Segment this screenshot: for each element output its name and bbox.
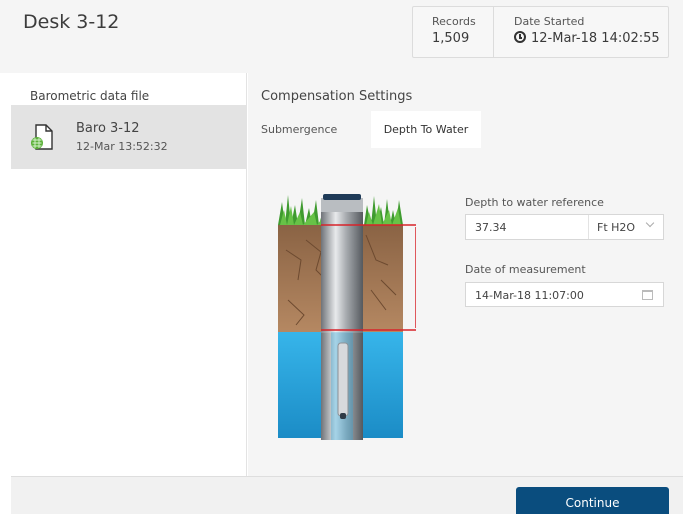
- chevron-down-icon: [645, 218, 655, 228]
- well-cap: [321, 198, 363, 212]
- date-value: 14-Mar-18 11:07:00: [475, 289, 584, 302]
- tab-submergence[interactable]: Submergence: [261, 111, 337, 148]
- compensation-panel: Compensation Settings Submergence Depth …: [248, 73, 683, 476]
- tab-depth-to-water[interactable]: Depth To Water: [371, 111, 481, 148]
- baro-file-date: 12-Mar 13:52:32: [76, 140, 168, 153]
- unit-select[interactable]: Ft H2O: [588, 215, 663, 239]
- records-stat: Records 1,509: [413, 7, 494, 57]
- depth-value: 37.34: [475, 221, 507, 234]
- stats-panel: Records 1,509 Date Started 12-Mar-18 14:…: [412, 6, 669, 58]
- baro-file-name: Baro 3-12: [76, 121, 140, 136]
- page-title: Desk 3-12: [23, 11, 120, 33]
- barometric-heading: Barometric data file: [30, 89, 150, 103]
- unit-value: Ft H2O: [597, 221, 636, 234]
- depth-label: Depth to water reference: [465, 196, 604, 209]
- depth-to-water-input[interactable]: 37.34 Ft H2O: [465, 214, 664, 240]
- date-started-value-row: 12-Mar-18 14:02:55: [514, 31, 668, 46]
- well-diagram: [278, 194, 416, 440]
- date-of-measurement-input[interactable]: 14-Mar-18 11:07:00: [465, 282, 664, 307]
- header: Desk 3-12 Records 1,509 Date Started 12-…: [0, 0, 683, 73]
- calendar-icon[interactable]: [642, 290, 653, 300]
- records-value: 1,509: [432, 31, 470, 46]
- date-label: Date of measurement: [465, 263, 586, 276]
- date-started-stat: Date Started 12-Mar-18 14:02:55: [494, 7, 668, 57]
- footer: Continue: [11, 476, 683, 514]
- continue-button[interactable]: Continue: [516, 487, 669, 514]
- compensation-heading: Compensation Settings: [261, 89, 413, 104]
- date-started-label: Date Started: [514, 15, 585, 28]
- barometric-panel: Barometric data file Baro 3-12 12-Mar 13…: [11, 73, 247, 476]
- baro-file-icon: [31, 124, 53, 150]
- baro-file-item[interactable]: Baro 3-12 12-Mar 13:52:32: [11, 105, 247, 169]
- clock-icon: [514, 31, 526, 43]
- date-started-value: 12-Mar-18 14:02:55: [531, 31, 660, 46]
- records-label: Records: [432, 15, 476, 28]
- sensor: [337, 342, 349, 417]
